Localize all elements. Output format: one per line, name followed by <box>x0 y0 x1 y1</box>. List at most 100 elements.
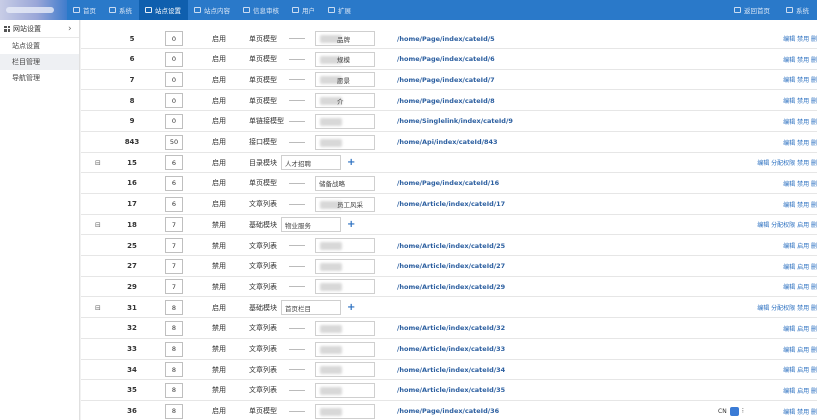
row-id: 15 <box>127 158 137 167</box>
category-name-input[interactable] <box>315 382 375 398</box>
system-icon <box>109 7 116 13</box>
category-name-text: 员工风采 <box>337 201 363 210</box>
sort-input[interactable]: 8 <box>165 341 183 357</box>
category-name-input[interactable]: 介 <box>315 93 375 109</box>
category-url: /home/Page/index/cateId/8 <box>397 96 495 105</box>
category-name-input[interactable]: 愿景 <box>315 72 375 88</box>
nav-item-3[interactable]: 站点内容 <box>188 0 237 20</box>
top-right-link-0[interactable]: 返回首页 <box>726 0 778 20</box>
category-name-input[interactable] <box>315 258 375 274</box>
ime-icon[interactable] <box>729 406 739 416</box>
row-actions[interactable]: 编辑 启用 删 <box>783 359 817 380</box>
row-actions[interactable]: 编辑 启用 删 <box>783 235 817 256</box>
row-actions[interactable]: 编辑 禁用 删 <box>783 401 817 420</box>
table-row: 33 8 禁用 文章列表/home/Article/index/cateId/33 编辑… <box>81 339 817 360</box>
sort-input[interactable]: 0 <box>165 113 183 129</box>
collapse-toggle-icon[interactable]: ⊟ <box>95 152 101 173</box>
ime-menu-icon[interactable]: ⁝ <box>742 407 744 415</box>
row-actions[interactable]: 编辑 分配权限 启用 删 <box>757 214 817 235</box>
row-actions[interactable]: 编辑 启用 删 <box>783 256 817 277</box>
top-right-link-1[interactable]: 系统 <box>778 0 817 20</box>
sort-cell: 6 <box>165 152 183 173</box>
sort-input[interactable]: 7 <box>165 258 183 274</box>
nav-item-4[interactable]: 信息审核 <box>237 0 286 20</box>
sidebar-item-1[interactable]: 栏目管理 <box>0 54 79 70</box>
row-actions[interactable]: 编辑 禁用 删 <box>783 173 817 194</box>
status-text: 禁用 <box>212 220 226 229</box>
row-actions[interactable]: 编辑 分配权限 禁用 删 <box>757 152 817 173</box>
collapse-toggle-icon[interactable]: ⊟ <box>95 214 101 235</box>
sort-input[interactable]: 50 <box>165 134 183 150</box>
category-name-input[interactable]: 人才招聘 <box>281 155 341 171</box>
name-cell <box>315 276 375 297</box>
sidebar-section-header[interactable]: 网站设置 › <box>0 20 79 38</box>
category-url: /home/Article/index/cateId/34 <box>397 365 506 374</box>
nav-item-0[interactable]: 首页 <box>67 0 103 20</box>
collapse-toggle-icon[interactable]: ⊟ <box>95 297 101 318</box>
sort-input[interactable]: 8 <box>165 403 183 419</box>
row-actions[interactable]: 编辑 启用 删 <box>783 276 817 297</box>
category-name-input[interactable] <box>315 403 375 419</box>
category-name-input[interactable] <box>315 238 375 253</box>
row-id: 33 <box>127 345 137 353</box>
category-name-text: 首页栏目 <box>285 304 311 313</box>
row-actions[interactable]: 编辑 启用 删 <box>783 339 817 360</box>
nav-item-6[interactable]: 扩展 <box>322 0 358 20</box>
grid-icon <box>4 25 10 32</box>
category-name-input[interactable]: 首页栏目 <box>281 300 341 316</box>
row-actions[interactable]: 编辑 禁用 删 <box>783 194 817 215</box>
name-cell <box>315 401 375 420</box>
row-actions[interactable]: 编辑 禁用 删 <box>783 90 817 111</box>
category-name-input[interactable] <box>315 362 375 378</box>
sort-input[interactable]: 7 <box>165 217 183 233</box>
sort-input[interactable]: 8 <box>165 320 183 336</box>
name-cell: 规模 <box>315 49 375 70</box>
row-actions[interactable]: 编辑 禁用 删 <box>783 28 817 49</box>
row-actions[interactable]: 编辑 分配权限 禁用 删 <box>757 297 817 318</box>
category-name-input[interactable]: 规模 <box>315 51 375 67</box>
sort-input[interactable]: 6 <box>165 155 183 171</box>
row-actions[interactable]: 编辑 启用 删 <box>783 380 817 401</box>
row-actions[interactable]: 编辑 启用 删 <box>783 318 817 339</box>
sort-input[interactable]: 0 <box>165 51 183 67</box>
tree-connector-line <box>289 100 305 102</box>
row-actions[interactable]: 编辑 禁用 删 <box>783 132 817 153</box>
category-name-input[interactable] <box>315 113 375 129</box>
chevron-right-icon[interactable]: › <box>68 24 72 34</box>
sort-input[interactable]: 0 <box>165 72 183 88</box>
category-name-input[interactable]: 品牌 <box>315 31 375 46</box>
row-actions[interactable]: 编辑 禁用 删 <box>783 49 817 70</box>
category-name-input[interactable] <box>315 134 375 150</box>
sort-input[interactable]: 6 <box>165 175 183 191</box>
sort-input[interactable]: 0 <box>165 31 183 46</box>
nav-item-2[interactable]: 站点设置 <box>139 0 188 20</box>
category-name-input[interactable] <box>315 279 375 295</box>
add-subcategory-icon[interactable]: + <box>347 152 355 173</box>
sort-input[interactable]: 8 <box>165 300 183 316</box>
category-name-input[interactable]: 物业服务 <box>281 217 341 233</box>
sidebar-item-0[interactable]: 站点设置 <box>0 38 79 54</box>
sort-input[interactable]: 8 <box>165 362 183 378</box>
sort-cell: 0 <box>165 69 183 90</box>
sort-input[interactable]: 7 <box>165 279 183 295</box>
add-subcategory-icon[interactable]: + <box>347 214 355 235</box>
sort-input[interactable]: 7 <box>165 238 183 253</box>
sort-input[interactable]: 6 <box>165 196 183 212</box>
add-subcategory-icon[interactable]: + <box>347 297 355 318</box>
nav-item-5[interactable]: 用户 <box>286 0 322 20</box>
row-actions[interactable]: 编辑 禁用 删 <box>783 111 817 132</box>
category-url: /home/Article/index/cateId/35 <box>397 386 506 395</box>
sort-input[interactable]: 8 <box>165 382 183 398</box>
ime-widget[interactable]: CN ⁝ <box>716 405 746 417</box>
category-name-input[interactable] <box>315 320 375 336</box>
model-text: 单页模型 <box>249 34 277 43</box>
name-cell <box>315 132 375 153</box>
category-name-text: 规模 <box>337 56 350 65</box>
row-actions[interactable]: 编辑 禁用 删 <box>783 69 817 90</box>
sidebar-item-2[interactable]: 导航管理 <box>0 70 79 86</box>
category-name-input[interactable] <box>315 341 375 357</box>
category-name-input[interactable]: 储备战略 <box>315 175 375 191</box>
sort-input[interactable]: 0 <box>165 93 183 109</box>
category-name-input[interactable]: 员工风采 <box>315 196 375 212</box>
nav-item-1[interactable]: 系统 <box>103 0 139 20</box>
